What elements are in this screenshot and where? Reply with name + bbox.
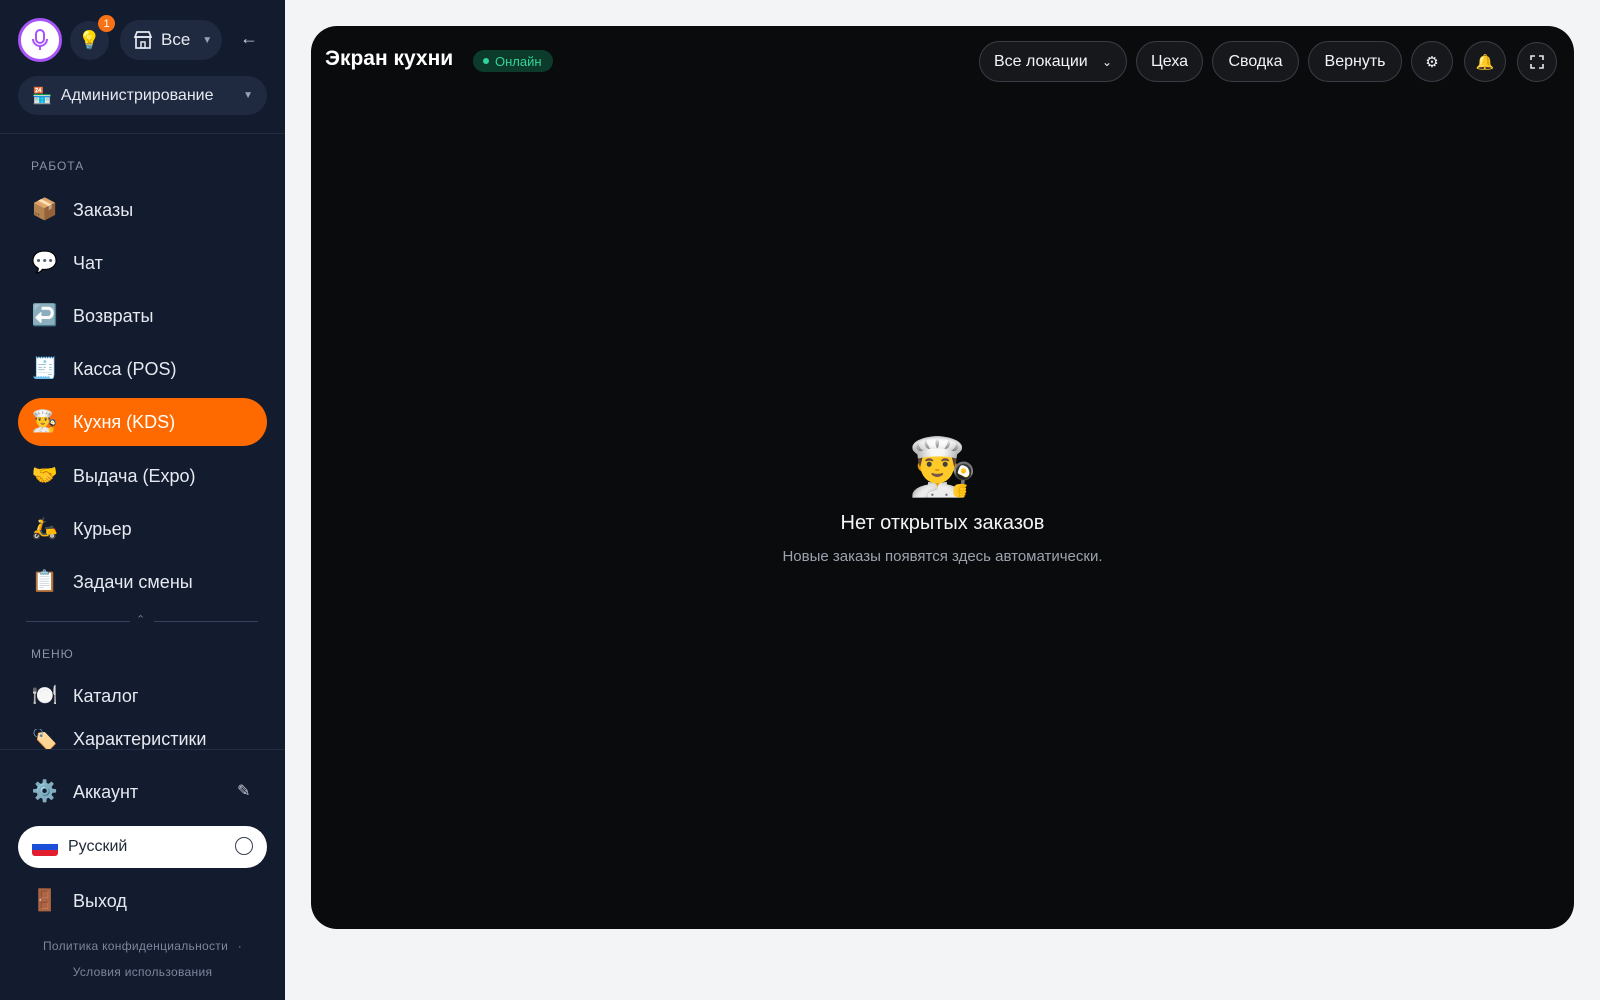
sidebar-item-label: Касса (POS) — [73, 358, 177, 379]
divider — [154, 621, 258, 622]
notification-badge: 1 — [98, 15, 115, 32]
speech-bubble-icon: 💬 — [31, 251, 59, 274]
sidebar-item-attributes[interactable]: 🏷️ Характеристики — [18, 729, 267, 749]
privacy-link[interactable]: Политика конфиденциальности — [43, 939, 228, 953]
language-label: Русский — [68, 838, 128, 855]
return-arrow-icon: ↩️ — [31, 304, 59, 327]
sidebar-item-kitchen[interactable]: 👨‍🍳 Кухня (KDS) — [18, 398, 267, 446]
shop-icon: 🏪 — [32, 87, 52, 105]
footer-privacy-row: Политика конфиденциальности · — [0, 939, 285, 953]
summary-button[interactable]: Сводка — [1212, 41, 1299, 82]
notifications-button[interactable]: 🔔 — [1464, 41, 1506, 82]
chevron-up-icon: ⌃ — [136, 614, 146, 626]
collapse-sidebar-icon[interactable]: ← — [240, 28, 258, 49]
sidebar-top-row: 💡 1 Все ▼ ← — [18, 15, 268, 62]
chevron-down-icon: ▼ — [243, 90, 253, 101]
status-badge: Онлайн — [473, 50, 553, 72]
chef-icon: 👨‍🍳 — [31, 410, 59, 433]
store-icon — [133, 31, 153, 49]
bell-icon: 🔔 — [1475, 53, 1495, 71]
fullscreen-icon — [1530, 55, 1544, 69]
kitchen-display-panel: Экран кухни Онлайн Все локации ⌄ Цеха Св… — [311, 26, 1574, 929]
admin-label: Администрирование — [60, 86, 214, 104]
sidebar: 💡 1 Все ▼ ← 🏪 Администрирование ▼ РАБОТА… — [0, 0, 285, 1000]
footer-separator: · — [237, 939, 243, 953]
chef-icon: 👨‍🍳 — [907, 435, 978, 498]
divider — [26, 621, 130, 622]
sidebar-item-label: Выдача (Expo) — [73, 465, 196, 486]
sidebar-item-label: Выход — [73, 890, 127, 911]
sidebar-item-courier[interactable]: 🛵 Курьер — [18, 505, 267, 553]
settings-button[interactable]: ⚙ — [1411, 41, 1453, 82]
chevron-down-icon: ▼ — [202, 34, 213, 46]
undo-button[interactable]: Вернуть — [1308, 41, 1402, 82]
stations-button[interactable]: Цеха — [1136, 41, 1203, 82]
sidebar-item-label: Характеристики — [73, 729, 207, 749]
gear-icon: ⚙️ — [31, 780, 59, 803]
sidebar-item-shift-tasks[interactable]: 📋 Задачи смены — [18, 558, 267, 606]
clipboard-icon: 📋 — [31, 570, 59, 593]
microphone-icon — [32, 29, 48, 50]
voice-button[interactable] — [18, 18, 62, 62]
door-icon: 🚪 — [31, 889, 59, 912]
sidebar-item-label: Чат — [73, 252, 103, 273]
tag-icon: 🏷️ — [31, 729, 59, 749]
sidebar-item-label: Аккаунт — [73, 781, 139, 802]
terms-link[interactable]: Условия использования — [0, 965, 285, 979]
lightbulb-icon: 💡 — [78, 30, 101, 50]
sidebar-item-expo[interactable]: 🤝 Выдача (Expo) — [18, 452, 267, 500]
gear-icon: ⚙ — [1425, 53, 1439, 71]
russia-flag-icon — [32, 838, 58, 856]
empty-state: 👨‍🍳 Нет открытых заказов Новые заказы по… — [311, 435, 1574, 566]
section-collapse-toggle[interactable]: ⌃ — [26, 614, 258, 628]
sidebar-item-label: Курьер — [73, 518, 132, 539]
sidebar-item-catalog[interactable]: 🍽️ Каталог — [18, 672, 267, 720]
scooter-icon: 🛵 — [31, 517, 59, 540]
empty-state-title: Нет открытых заказов — [840, 512, 1045, 534]
location-select-value: Все локации — [994, 52, 1088, 70]
sidebar-item-pos[interactable]: 🧾 Касса (POS) — [18, 345, 267, 393]
page-title: Экран кухни — [325, 47, 454, 70]
section-label-work: РАБОТА — [31, 159, 85, 173]
location-select[interactable]: Все локации ⌄ — [979, 41, 1127, 82]
handshake-icon: 🤝 — [31, 464, 59, 487]
language-selector[interactable]: Русский — [18, 826, 267, 868]
sidebar-item-label: Задачи смены — [73, 571, 193, 592]
sidebar-item-returns[interactable]: ↩️ Возвраты — [18, 292, 267, 340]
globe-icon — [235, 837, 253, 855]
sidebar-item-chat[interactable]: 💬 Чат — [18, 239, 267, 287]
store-label: Все — [161, 30, 191, 49]
fullscreen-button[interactable] — [1517, 42, 1557, 82]
sidebar-item-label: Кухня (KDS) — [73, 411, 176, 432]
store-selector[interactable]: Все ▼ — [120, 20, 222, 60]
chevron-down-icon: ⌄ — [1101, 54, 1112, 69]
sidebar-item-orders[interactable]: 📦 Заказы — [18, 186, 267, 234]
plate-cutlery-icon: 🍽️ — [31, 684, 59, 707]
sidebar-item-label: Каталог — [73, 685, 139, 706]
package-icon: 📦 — [31, 198, 59, 221]
receipt-icon: 🧾 — [31, 357, 59, 380]
sidebar-item-label: Возвраты — [73, 305, 154, 326]
edit-icon[interactable]: ✎ — [237, 781, 250, 801]
section-label-menu: МЕНЮ — [31, 647, 74, 661]
divider — [0, 749, 285, 750]
divider — [0, 133, 285, 134]
sidebar-item-logout[interactable]: 🚪 Выход — [18, 877, 267, 925]
sidebar-item-label: Заказы — [73, 199, 134, 220]
sidebar-item-account[interactable]: ⚙️ Аккаунт — [18, 768, 267, 816]
empty-state-subtitle: Новые заказы появятся здесь автоматическ… — [782, 548, 1103, 565]
admin-selector[interactable]: 🏪 Администрирование ▼ — [18, 76, 267, 115]
